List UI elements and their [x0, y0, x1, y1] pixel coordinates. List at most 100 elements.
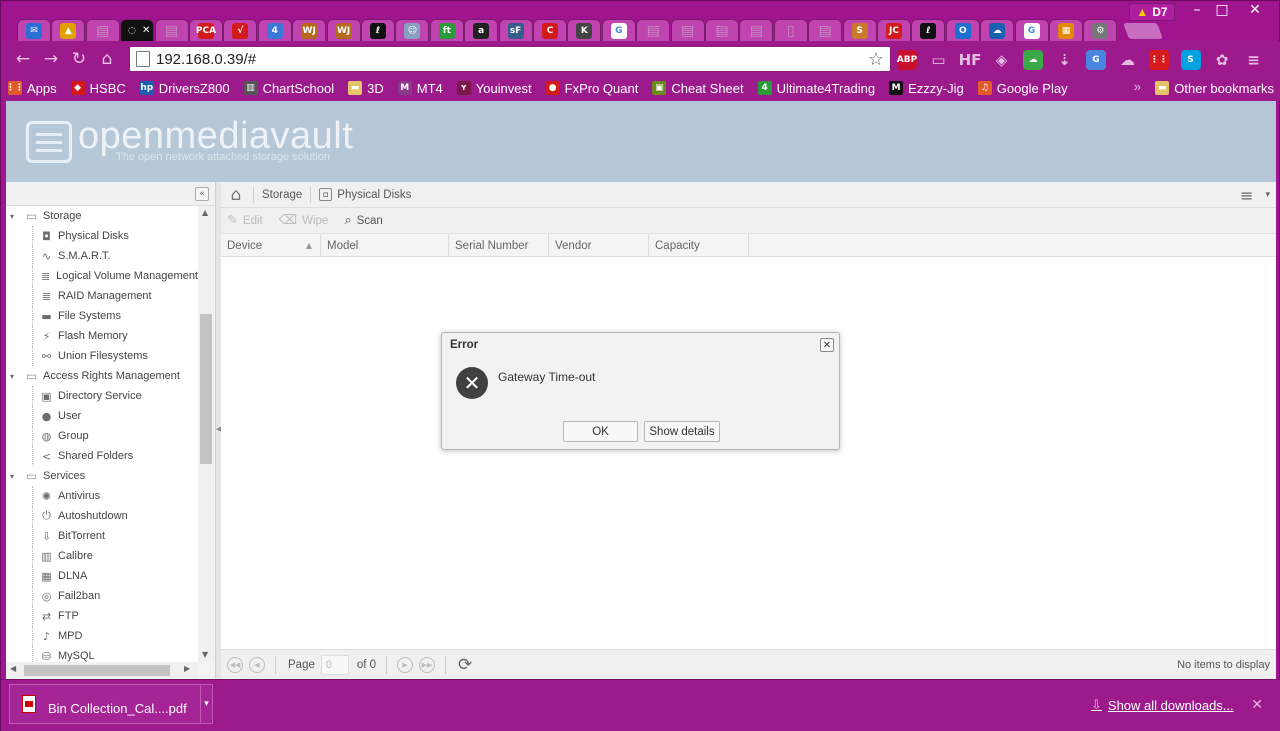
column-header-serial-number[interactable]: Serial Number — [449, 234, 549, 257]
collapse-panel-icon[interactable]: « — [195, 187, 209, 201]
browser-tab[interactable]: √ — [223, 19, 258, 41]
nav-group-access-rights-management[interactable]: ▾ ▭ Access Rights Management — [6, 366, 198, 386]
bookmark-3d[interactable]: ▬ 3D — [341, 77, 391, 99]
browser-tab[interactable]: S — [842, 19, 877, 41]
shield-icon[interactable]: ◈ — [992, 50, 1012, 70]
home-button[interactable]: ⌂ — [97, 49, 117, 69]
other-bookmarks[interactable]: ▬ Other bookmarks — [1148, 77, 1280, 99]
browser-tab[interactable]: ▦ — [1049, 19, 1083, 41]
browser-tab[interactable]: G — [1014, 19, 1049, 41]
back-button[interactable]: ← — [13, 49, 33, 69]
expand-toggle-icon[interactable]: ▾ — [10, 212, 20, 221]
nav-item-user[interactable]: ● User — [32, 406, 198, 426]
nav-item-mpd[interactable]: ♪ MPD — [32, 626, 198, 646]
wipe-button[interactable]: ⌫ Wipe — [279, 213, 329, 228]
prev-page-icon[interactable]: ◀ — [249, 656, 265, 673]
scroll-thumb[interactable] — [24, 665, 170, 676]
pawprint-icon[interactable]: ✿ — [1212, 50, 1232, 70]
nav-group-services[interactable]: ▾ ▭ Services — [6, 466, 198, 486]
nav-item-fail2ban[interactable]: ◎ Fail2ban — [32, 586, 198, 606]
bookmark-apps[interactable]: ⋮⋮ Apps — [1, 77, 64, 99]
column-header-device[interactable]: Device ▲ — [221, 234, 321, 257]
nav-item-file-systems[interactable]: ▬ File Systems — [32, 306, 198, 326]
bookmark-star-icon[interactable]: ☆ — [868, 49, 884, 70]
nav-item-raid-management[interactable]: ≣ RAID Management — [32, 286, 198, 306]
scroll-down-icon[interactable]: ▼ — [202, 650, 208, 659]
chevron-down-icon[interactable]: ▾ — [200, 685, 212, 723]
browser-tab[interactable]: ⚙ — [1083, 19, 1118, 41]
browser-tab[interactable]: JC — [877, 19, 911, 41]
address-input[interactable] — [156, 50, 868, 68]
nav-item-union-filesystems[interactable]: ⚯ Union Filesystems — [32, 346, 198, 366]
nav-item-logical-volume-management[interactable]: ≣ Logical Volume Management — [32, 266, 198, 286]
ok-button[interactable]: OK — [563, 421, 638, 442]
browser-tab[interactable]: ▤ — [808, 19, 843, 41]
browser-tab[interactable]: C — [533, 19, 567, 41]
browser-tab[interactable]: ☁ — [980, 19, 1015, 41]
chrome-menu-icon[interactable]: ≡ — [1244, 50, 1264, 70]
new-tab-button[interactable] — [1123, 23, 1163, 39]
reload-button[interactable]: ↻ — [69, 49, 89, 69]
nav-item-shared-folders[interactable]: < Shared Folders — [32, 446, 198, 466]
translate-icon[interactable]: G — [1086, 50, 1106, 70]
nav-item-calibre[interactable]: ▥ Calibre — [32, 546, 198, 566]
panel-menu-icon[interactable]: ≡ ▾ — [1240, 186, 1270, 205]
refresh-icon[interactable]: ⟳ — [458, 655, 472, 675]
bookmark-ezzzy-jig[interactable]: M Ezzzy-Jig — [882, 77, 971, 99]
forward-button[interactable]: → — [41, 49, 61, 69]
show-all-downloads-link[interactable]: ⇩ Show all downloads... — [1091, 698, 1234, 713]
bookmark-hsbc[interactable]: ◆ HSBC — [64, 77, 133, 99]
maximize-button[interactable]: □ — [1206, 1, 1238, 19]
nav-item-ftp[interactable]: ⇄ FTP — [32, 606, 198, 626]
download-item[interactable]: Bin Collection_Cal....pdf ▾ — [9, 684, 213, 724]
browser-tab[interactable]: K — [567, 19, 602, 41]
expand-toggle-icon[interactable]: ▾ — [10, 472, 20, 481]
breadcrumb-physical-disks[interactable]: ◘ Physical Disks — [319, 188, 411, 201]
bookmark-google-play[interactable]: ♫ Google Play — [971, 77, 1075, 99]
browser-tab[interactable]: ▤ — [739, 19, 774, 41]
next-page-icon[interactable]: ▶ — [397, 656, 414, 673]
nav-horizontal-scrollbar[interactable]: ◀ ▶ — [6, 662, 198, 678]
download-icon[interactable]: ⇣ — [1055, 50, 1075, 70]
bookmark-driversz800[interactable]: hp DriversZ800 — [133, 77, 237, 99]
bookmark-ultimate4trading[interactable]: 4 Ultimate4Trading — [751, 77, 883, 99]
nav-item-autoshutdown[interactable]: ⏻ Autoshutdown — [32, 506, 198, 526]
first-page-icon[interactable]: ◀◀ — [227, 656, 243, 673]
bookmark-youinvest[interactable]: ʏ Youinvest — [450, 77, 539, 99]
browser-tab[interactable]: G — [601, 19, 636, 41]
dialog-close-icon[interactable]: ✕ — [820, 338, 834, 352]
browser-tab[interactable]: ▤ — [636, 19, 671, 41]
profile-button[interactable]: ▲ D7 — [1129, 3, 1175, 21]
browser-tab[interactable]: sF — [498, 19, 533, 41]
close-downloads-icon[interactable]: ✕ — [1251, 697, 1263, 713]
browser-tab[interactable]: ▤ — [85, 19, 120, 41]
close-tab-icon[interactable]: ✕ — [142, 25, 150, 36]
browser-tab[interactable]: 4 — [257, 19, 292, 41]
browser-tab[interactable]: a — [464, 19, 499, 41]
expand-toggle-icon[interactable]: ▾ — [10, 372, 20, 381]
scroll-thumb[interactable] — [200, 314, 212, 464]
nav-item-mysql[interactable]: ⛁ MySQL — [32, 646, 198, 662]
nav-item-flash-memory[interactable]: ⚡ Flash Memory — [32, 326, 198, 346]
evernote-icon[interactable]: ☁ — [1023, 50, 1043, 70]
nav-item-group[interactable]: ◍ Group — [32, 426, 198, 446]
browser-tab[interactable]: ☺ — [395, 19, 430, 41]
browser-tab[interactable]: WJ — [326, 19, 361, 41]
nav-item-physical-disks[interactable]: ◘ Physical Disks — [32, 226, 198, 246]
apps-grid-icon[interactable]: ⋮⋮ — [1149, 50, 1169, 70]
browser-tab[interactable]: ft — [429, 19, 464, 41]
bookmark-chartschool[interactable]: ▥ ChartSchool — [237, 77, 342, 99]
adblock-icon[interactable]: ABP — [897, 50, 917, 70]
page-info-icon[interactable] — [136, 51, 150, 67]
browser-tab[interactable]: WJ — [292, 19, 327, 41]
scroll-left-icon[interactable]: ◀ — [10, 664, 16, 673]
bookmarks-overflow-icon[interactable]: » — [1134, 79, 1141, 94]
browser-tab[interactable]: ▤ — [705, 19, 739, 41]
column-header-capacity[interactable]: Capacity — [649, 234, 749, 257]
nav-group-storage[interactable]: ▾ ▭ Storage — [6, 206, 198, 226]
cast-icon[interactable]: ▭ — [929, 50, 949, 70]
browser-tab[interactable]: O — [945, 19, 980, 41]
last-page-icon[interactable]: ▶▶ — [419, 656, 436, 673]
browser-tab[interactable]: ▯ — [773, 19, 808, 41]
home-icon[interactable]: ⌂ — [227, 185, 245, 205]
